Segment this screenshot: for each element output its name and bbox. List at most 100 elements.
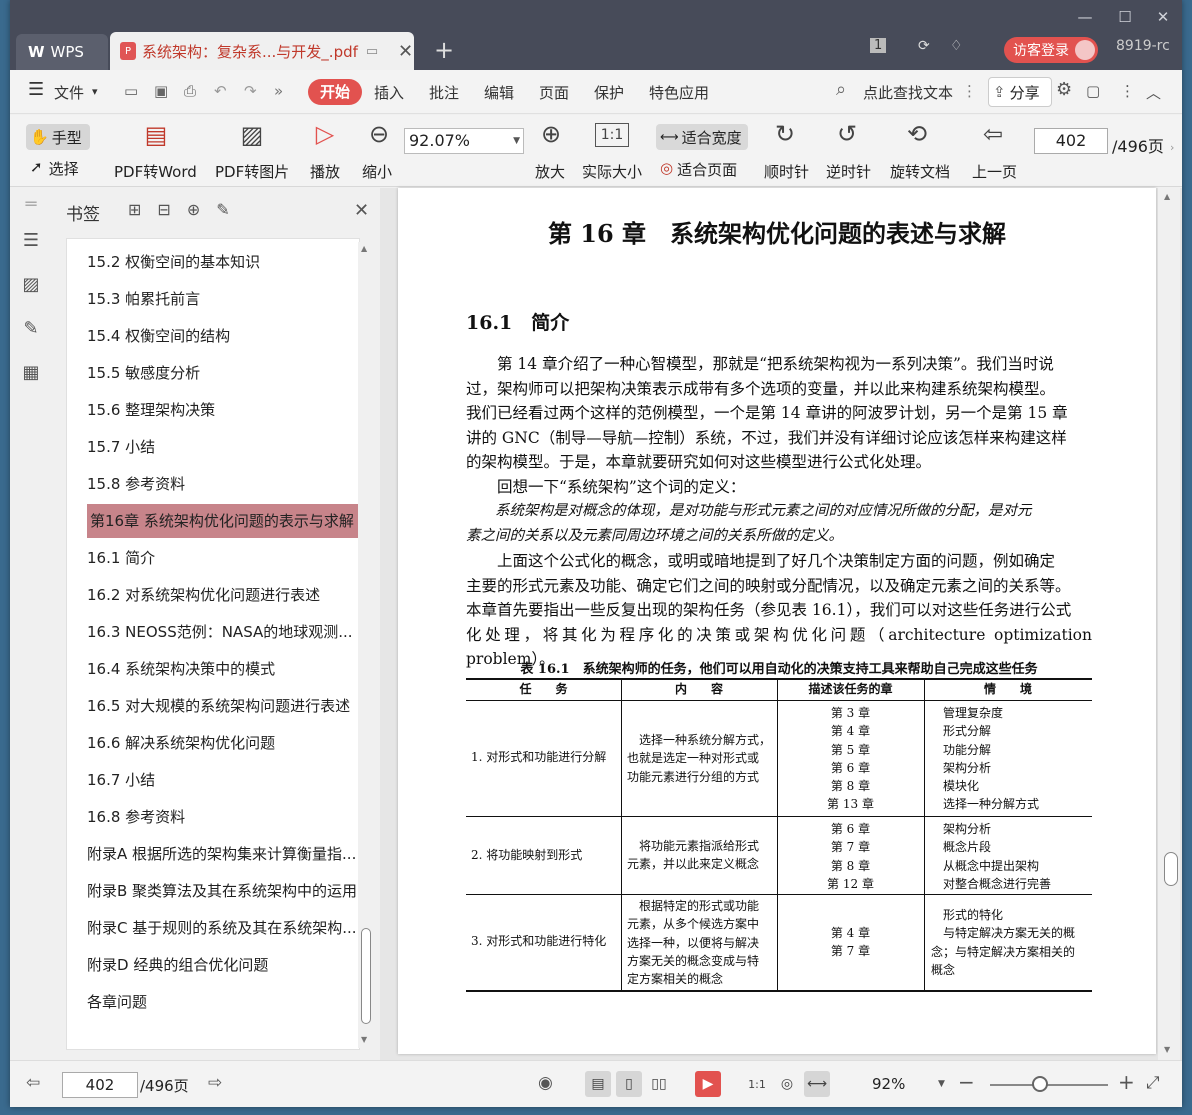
menu-file[interactable]: 文件	[54, 82, 84, 103]
menu-special-apps[interactable]: 特色应用	[649, 82, 709, 103]
window-count-badge[interactable]: 1	[870, 38, 887, 53]
scroll-down-icon[interactable]: ▼	[361, 1035, 367, 1044]
toolbar-scroll-right-icon[interactable]: ›	[1170, 141, 1174, 154]
zoom-plus-icon[interactable]: +	[1118, 1070, 1135, 1094]
menu-insert[interactable]: 插入	[374, 82, 404, 103]
skin-icon[interactable]: ⟳	[918, 38, 930, 54]
redo-icon[interactable]: ↷	[244, 82, 257, 100]
bookmark-item[interactable]: 附录B 聚类算法及其在系统架构中的运用	[87, 874, 359, 908]
play-button[interactable]: 播放	[310, 161, 340, 182]
zoom-dropdown-icon[interactable]: ▼	[938, 1079, 945, 1089]
zoom-level-select[interactable]: 92.07% ▼	[404, 128, 524, 154]
close-tab-icon[interactable]: ✕	[398, 41, 414, 62]
select-tool-button[interactable]: ➚ 选择	[30, 158, 79, 179]
bookmark-item[interactable]: 16.5 对大规模的系统架构问题进行表述	[87, 689, 359, 723]
rotate-counterclockwise-button[interactable]: 逆时针	[826, 161, 871, 182]
bookmark-item[interactable]: 16.2 对系统架构优化问题进行表述	[87, 578, 359, 612]
actual-size-button[interactable]: 实际大小	[582, 161, 642, 182]
bookmark-item[interactable]: 15.8 参考资料	[87, 467, 359, 501]
bookmark-item[interactable]: 附录D 经典的组合优化问题	[87, 948, 359, 982]
menu-start[interactable]: 开始	[308, 79, 362, 105]
rotate-document-button[interactable]: 旋转文档	[890, 161, 950, 182]
zoom-percentage[interactable]: 92%	[872, 1075, 905, 1093]
search-icon[interactable]: ⌕	[836, 79, 846, 100]
new-tab-button[interactable]: +	[434, 36, 454, 64]
bookmark-item[interactable]: 附录A 根据所选的架构集来计算衡量指...	[87, 837, 359, 871]
continuous-view-icon[interactable]: ▤	[585, 1071, 611, 1097]
bookmark-item[interactable]: 16.1 简介	[87, 541, 359, 575]
add-bookmark-icon[interactable]: ⊕	[187, 200, 216, 219]
hand-tool-button[interactable]: ✋ 手型	[26, 124, 90, 150]
more-quick-icon[interactable]: »	[274, 82, 283, 100]
pdf-to-image-button[interactable]: PDF转图片	[215, 161, 289, 182]
expand-all-icon[interactable]: ⊞	[128, 200, 157, 219]
print-icon[interactable]: ⎙	[184, 82, 196, 100]
bookmark-item[interactable]: 第16章 系统架构优化问题的表示与求解	[87, 504, 361, 538]
bookmark-item[interactable]: 15.7 小结	[87, 430, 359, 464]
minimize-button[interactable]: —	[1074, 8, 1096, 26]
tab-wps-home[interactable]: W WPS	[16, 34, 108, 70]
bookmark-scroll-thumb[interactable]	[361, 928, 371, 1024]
close-panel-icon[interactable]: ✕	[354, 200, 369, 221]
bookmark-item[interactable]: 附录C 基于规则的系统及其在系统架构...	[87, 911, 359, 945]
rotate-clockwise-button[interactable]: 顺时针	[764, 161, 809, 182]
bookmark-list-icon[interactable]: ☰	[20, 230, 42, 252]
chevron-down-icon[interactable]: ▾	[92, 85, 98, 98]
tab-document[interactable]: P 系统架构：复杂系...与开发_.pdf ▭ ✕	[110, 32, 414, 70]
bookmark-item[interactable]: 16.3 NEOSS范例：NASA的地球观测...	[87, 615, 359, 649]
zoom-slider-track[interactable]	[990, 1084, 1108, 1086]
bookmark-item[interactable]: 15.6 整理架构决策	[87, 393, 359, 427]
visitor-login-button[interactable]: 访客登录	[1004, 37, 1098, 63]
scroll-down-icon[interactable]: ▼	[1164, 1045, 1170, 1054]
open-folder-icon[interactable]: ▭	[124, 82, 138, 100]
menu-annotate[interactable]: 批注	[429, 82, 459, 103]
bookmark-item[interactable]: 16.8 参考资料	[87, 800, 359, 834]
eye-protection-icon[interactable]: ◉	[538, 1073, 553, 1093]
fit-width-status-icon[interactable]: ⟷	[804, 1071, 830, 1097]
share-button[interactable]: ⇪ 分享	[988, 77, 1052, 107]
close-window-button[interactable]: ✕	[1152, 8, 1174, 26]
bookmark-item[interactable]: 16.7 小结	[87, 763, 359, 797]
collapse-all-icon[interactable]: ⊟	[157, 200, 186, 219]
attachment-icon[interactable]: ▦	[20, 362, 42, 384]
zoom-out-button[interactable]: 缩小	[362, 161, 392, 182]
single-page-icon[interactable]: ▯	[616, 1071, 642, 1097]
maximize-button[interactable]: ☐	[1114, 8, 1136, 26]
fit-width-button[interactable]: ⟷ 适合宽度	[656, 124, 748, 150]
previous-page-button[interactable]: 上一页	[972, 161, 1017, 182]
two-page-icon[interactable]: ▯▯	[646, 1071, 672, 1097]
thumbnail-icon[interactable]: ▨	[20, 274, 42, 296]
chat-icon[interactable]: ▢	[1086, 82, 1100, 100]
save-icon[interactable]: ▣	[154, 82, 168, 100]
page-number-input[interactable]: 402	[1034, 128, 1108, 154]
search-text-button[interactable]: 点此查找文本	[863, 82, 953, 103]
bookmark-item[interactable]: 15.2 权衡空间的基本知识	[87, 245, 359, 279]
shirt-icon[interactable]: ♢	[950, 38, 963, 54]
menu-protect[interactable]: 保护	[594, 82, 624, 103]
actual-size-status-icon[interactable]: 1:1	[744, 1071, 770, 1097]
fit-page-button[interactable]: ◎ 适合页面	[660, 159, 737, 180]
document-scrollbar[interactable]: ▲ ▼	[1158, 188, 1180, 1060]
fit-page-status-icon[interactable]: ◎	[774, 1071, 800, 1097]
more-options-icon[interactable]: ⋮	[1120, 82, 1135, 100]
edit-bookmark-icon[interactable]: ✎	[216, 200, 245, 219]
play-slideshow-icon[interactable]: ▶	[695, 1071, 721, 1097]
zoom-in-button[interactable]: 放大	[535, 161, 565, 182]
status-page-input[interactable]: 402	[62, 1072, 138, 1098]
menu-edit[interactable]: 编辑	[484, 82, 514, 103]
pdf-to-word-button[interactable]: PDF转Word	[114, 161, 197, 182]
bookmark-item[interactable]: 16.4 系统架构决策中的模式	[87, 652, 359, 686]
bookmark-item[interactable]: 15.4 权衡空间的结构	[87, 319, 359, 353]
bookmark-item[interactable]: 各章问题	[87, 985, 359, 1019]
next-page-arrow-icon[interactable]: ⇨	[208, 1073, 222, 1093]
bookmark-item[interactable]: 16.6 解决系统架构优化问题	[87, 726, 359, 760]
bookmark-item[interactable]: 15.5 敏感度分析	[87, 356, 359, 390]
hamburger-menu-icon[interactable]: ☰	[28, 79, 44, 100]
zoom-slider-knob[interactable]	[1032, 1076, 1048, 1092]
settings-gear-icon[interactable]: ⚙	[1056, 79, 1072, 100]
scroll-up-icon[interactable]: ▲	[361, 244, 367, 253]
scroll-up-icon[interactable]: ▲	[1164, 192, 1170, 201]
document-scroll-thumb[interactable]	[1164, 852, 1178, 886]
undo-icon[interactable]: ↶	[214, 82, 227, 100]
prev-page-arrow-icon[interactable]: ⇦	[26, 1073, 40, 1093]
